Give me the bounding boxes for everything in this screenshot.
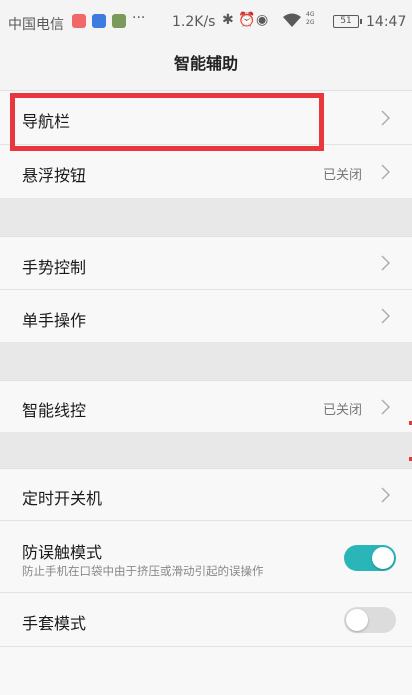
setting-label: 定时开关机	[22, 489, 103, 508]
setting-navigation-bar[interactable]: 导航栏	[0, 90, 412, 144]
section-divider	[0, 432, 412, 468]
wifi-icon	[282, 12, 302, 32]
settings-group-4: 定时开关机 防误触模式 防止手机在口袋中由于挤压或滑动引起的误操作 手套模式	[0, 468, 412, 695]
setting-label: 防误触模式	[22, 543, 103, 562]
setting-label: 智能线控	[22, 401, 87, 420]
page-title: 智能辅助	[173, 54, 238, 73]
chevron-right-icon	[381, 399, 390, 415]
setting-one-hand-mode[interactable]: 单手操作	[0, 289, 412, 342]
setting-floating-button[interactable]: 悬浮按钮 已关闭	[0, 144, 412, 198]
chevron-right-icon	[381, 110, 390, 126]
settings-group-2: 手势控制 单手操作	[0, 236, 412, 342]
more-notifications-icon: ···	[132, 10, 146, 26]
setting-glove-mode: 手套模式	[0, 592, 412, 646]
battery-level: 51	[340, 16, 352, 26]
settings-group-1: 导航栏 悬浮按钮 已关闭	[0, 90, 412, 198]
chevron-right-icon	[381, 487, 390, 503]
bluetooth-icon: ✱	[222, 12, 234, 28]
list-bottom-divider	[0, 646, 412, 695]
weibo-icon	[72, 14, 86, 28]
setting-label: 手套模式	[22, 614, 87, 633]
carrier-name: 中国电信	[8, 17, 64, 33]
setting-accidental-touch-mode: 防误触模式 防止手机在口袋中由于挤压或滑动引起的误操作	[0, 520, 412, 592]
setting-label: 单手操作	[22, 311, 87, 330]
battery-icon: 51	[333, 15, 362, 28]
accidental-touch-toggle[interactable]	[344, 545, 396, 571]
network-2g: 2G	[306, 19, 315, 26]
setting-gesture-control[interactable]: 手势控制	[0, 236, 412, 289]
clock: 14:47	[366, 14, 407, 30]
setting-label: 手势控制	[22, 258, 87, 277]
alarm-icon: ⏰	[238, 12, 256, 28]
section-divider	[0, 198, 412, 236]
setting-smart-wire-control[interactable]: 智能线控 已关闭	[0, 380, 412, 432]
setting-label: 导航栏	[22, 112, 71, 131]
network-type: 4G 2G	[306, 11, 314, 27]
setting-description: 防止手机在口袋中由于挤压或滑动引起的误操作	[22, 564, 264, 578]
section-divider	[0, 342, 412, 380]
setting-scheduled-power[interactable]: 定时开关机	[0, 468, 412, 520]
network-speed: 1.2K/s	[172, 14, 216, 30]
setting-status: 已关闭	[322, 403, 362, 418]
chevron-right-icon	[381, 164, 390, 180]
chevron-right-icon	[381, 308, 390, 324]
toggle-knob	[346, 609, 368, 631]
status-bar: 中国电信 ··· 1.2K/s ✱ ⏰ ◉ 4G 2G 51 14:47	[0, 0, 412, 46]
toggle-knob	[372, 547, 394, 569]
app-icon	[92, 14, 106, 28]
setting-label: 悬浮按钮	[22, 166, 87, 185]
glove-mode-toggle[interactable]	[344, 607, 396, 633]
eye-icon: ◉	[256, 12, 269, 28]
setting-status: 已关闭	[322, 168, 362, 183]
settings-group-3: 智能线控 已关闭	[0, 380, 412, 432]
chevron-right-icon	[381, 255, 390, 271]
network-4g: 4G	[306, 11, 315, 18]
chart-icon	[112, 14, 126, 28]
